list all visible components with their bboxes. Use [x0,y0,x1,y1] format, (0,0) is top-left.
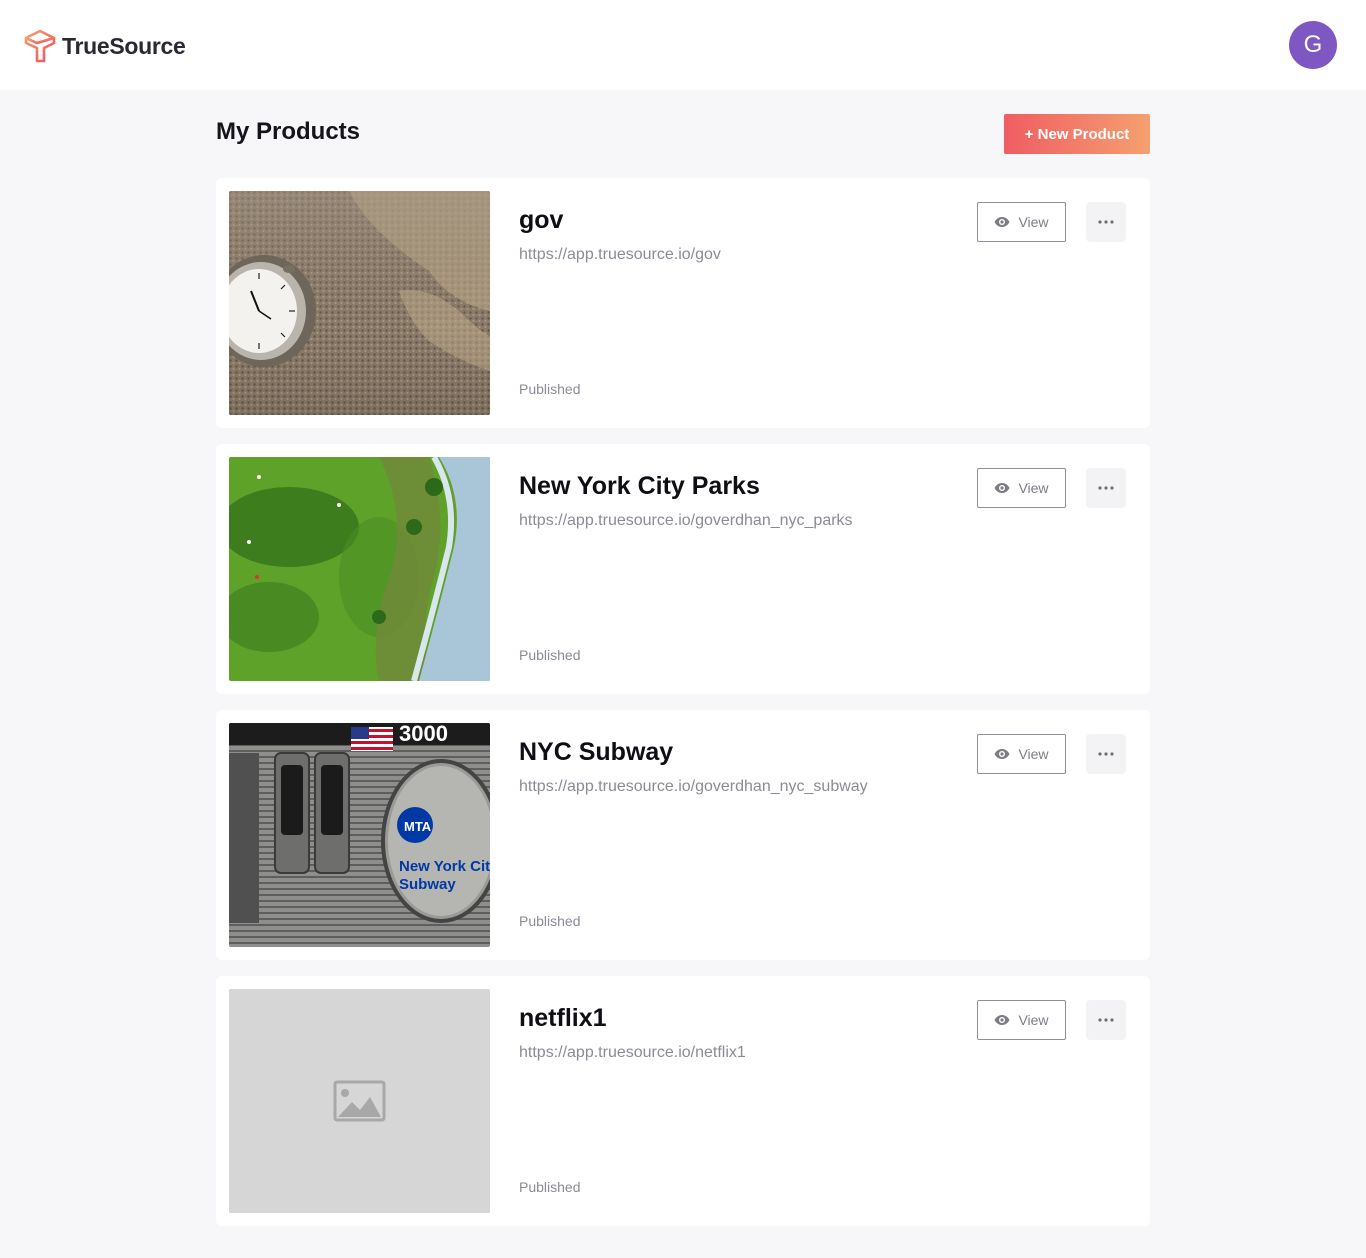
mta-logo-text: MTA [404,819,432,834]
more-options-button[interactable] [1086,202,1126,242]
product-thumbnail[interactable] [229,457,490,681]
image-placeholder-icon [229,989,490,1213]
product-title[interactable]: gov [519,206,563,235]
view-button[interactable]: View [977,734,1066,774]
subway-car-photo: 3000 MTA New York City Subway [229,723,490,947]
eye-icon [994,217,1010,227]
product-status: Published [519,1179,581,1195]
eye-icon [994,483,1010,493]
view-button-label: View [1018,1012,1049,1028]
product-url[interactable]: https://app.truesource.io/goverdhan_nyc_… [519,512,853,530]
more-options-button[interactable] [1086,1000,1126,1040]
product-title[interactable]: netflix1 [519,1004,607,1033]
user-avatar[interactable]: G [1289,21,1337,69]
eye-icon [994,1015,1010,1025]
brand-name: TrueSource [62,32,186,59]
product-card[interactable]: gov https://app.truesource.io/gov Publis… [216,178,1150,428]
view-button-label: View [1018,214,1049,230]
product-url[interactable]: https://app.truesource.io/gov [519,246,721,264]
more-options-button[interactable] [1086,734,1126,774]
view-button-label: View [1018,480,1049,496]
eye-icon [994,749,1010,759]
new-product-button[interactable]: + New Product [1004,114,1150,154]
product-url[interactable]: https://app.truesource.io/netflix1 [519,1044,746,1062]
brand-logo[interactable]: TrueSource [24,28,186,64]
more-dots-icon [1098,752,1114,756]
view-button[interactable]: View [977,468,1066,508]
product-status: Published [519,913,581,929]
pocket-watch-photo [229,191,490,415]
view-button[interactable]: View [977,1000,1066,1040]
product-thumbnail[interactable] [229,191,490,415]
more-dots-icon [1098,1018,1114,1022]
product-title[interactable]: NYC Subway [519,738,673,767]
product-card[interactable]: 3000 MTA New York City Subway NYC Subway… [216,710,1150,960]
more-options-button[interactable] [1086,468,1126,508]
more-dots-icon [1098,486,1114,490]
sign-line-1: New York City [399,858,490,875]
view-button-label: View [1018,746,1049,762]
sign-line-2: Subway [399,876,456,893]
top-bar: TrueSource G [0,0,1366,90]
car-number-text: 3000 [399,723,448,746]
product-card[interactable]: netflix1 https://app.truesource.io/netfl… [216,976,1150,1226]
product-thumbnail[interactable] [229,989,490,1213]
view-button[interactable]: View [977,202,1066,242]
product-card[interactable]: New York City Parks https://app.truesour… [216,444,1150,694]
product-status: Published [519,647,581,663]
product-title[interactable]: New York City Parks [519,472,760,501]
product-status: Published [519,381,581,397]
aerial-park-photo [229,457,490,681]
product-thumbnail[interactable]: 3000 MTA New York City Subway [229,723,490,947]
product-url[interactable]: https://app.truesource.io/goverdhan_nyc_… [519,778,868,796]
more-dots-icon [1098,220,1114,224]
page-title: My Products [216,118,361,145]
truesource-logo-icon [24,29,56,63]
